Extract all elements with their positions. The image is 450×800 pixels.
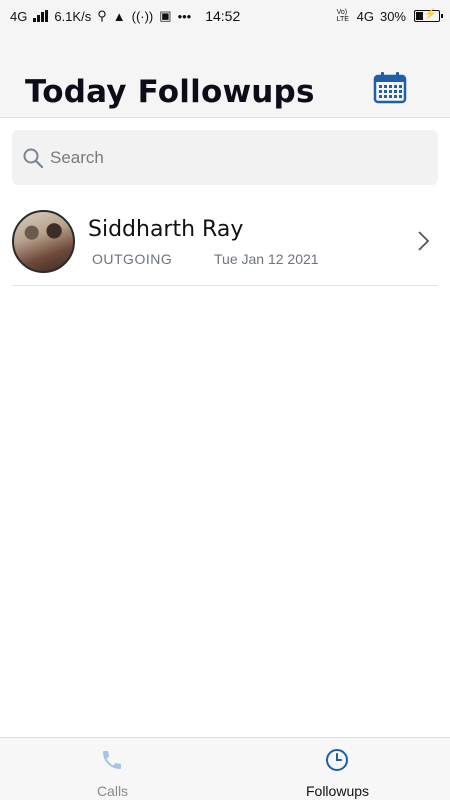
tab-followups-label: Followups <box>305 783 370 799</box>
tab-followups[interactable]: Followups <box>225 738 450 800</box>
contact-name: Siddharth Ray <box>88 217 244 242</box>
page-title: Today Followups <box>25 74 315 110</box>
status-bar-right: Vo) LTE 4G 30% ⚡ <box>336 8 443 24</box>
more-dots-icon: ••• <box>177 8 192 24</box>
usb-icon: ⚲ <box>97 8 107 23</box>
clock-time: 14:52 <box>205 8 241 24</box>
call-direction: OUTGOING <box>92 251 173 267</box>
warning-icon: ▲ <box>112 8 126 24</box>
clock-icon <box>326 749 348 771</box>
tab-bar: Calls Followups <box>0 737 450 800</box>
calendar-button[interactable] <box>372 70 408 106</box>
battery-percent: 30% <box>379 8 406 24</box>
followup-date: Tue Jan 12 2021 <box>214 251 319 267</box>
nfc-icon: ▣ <box>159 8 172 23</box>
header: Today Followups <box>0 32 450 118</box>
avatar <box>12 210 75 273</box>
status-bar-left: 4G 6.1K/s ⚲ ▲ ((·)) ▣ ••• 14:52 <box>10 8 240 24</box>
battery-icon: ⚡ <box>414 9 443 22</box>
phone-icon <box>103 751 121 769</box>
chevron-right-icon <box>418 231 430 251</box>
followup-list-item[interactable]: Siddharth Ray OUTGOING Tue Jan 12 2021 <box>12 205 438 286</box>
search-icon <box>23 148 44 168</box>
search-input[interactable] <box>50 147 410 168</box>
calendar-icon <box>373 72 407 104</box>
network-type: 4G <box>10 8 28 24</box>
signal-icon <box>33 10 49 22</box>
search-bar[interactable] <box>12 130 438 185</box>
network-type-right: 4G <box>356 8 374 24</box>
tab-calls-label: Calls <box>96 783 129 799</box>
volte-indicator: Vo) LTE <box>336 9 349 23</box>
status-bar: 4G 6.1K/s ⚲ ▲ ((·)) ▣ ••• 14:52 Vo) LTE … <box>0 0 450 32</box>
tab-calls[interactable]: Calls <box>0 738 225 800</box>
hotspot-icon: ((·)) <box>131 8 154 24</box>
network-speed: 6.1K/s <box>54 8 92 24</box>
